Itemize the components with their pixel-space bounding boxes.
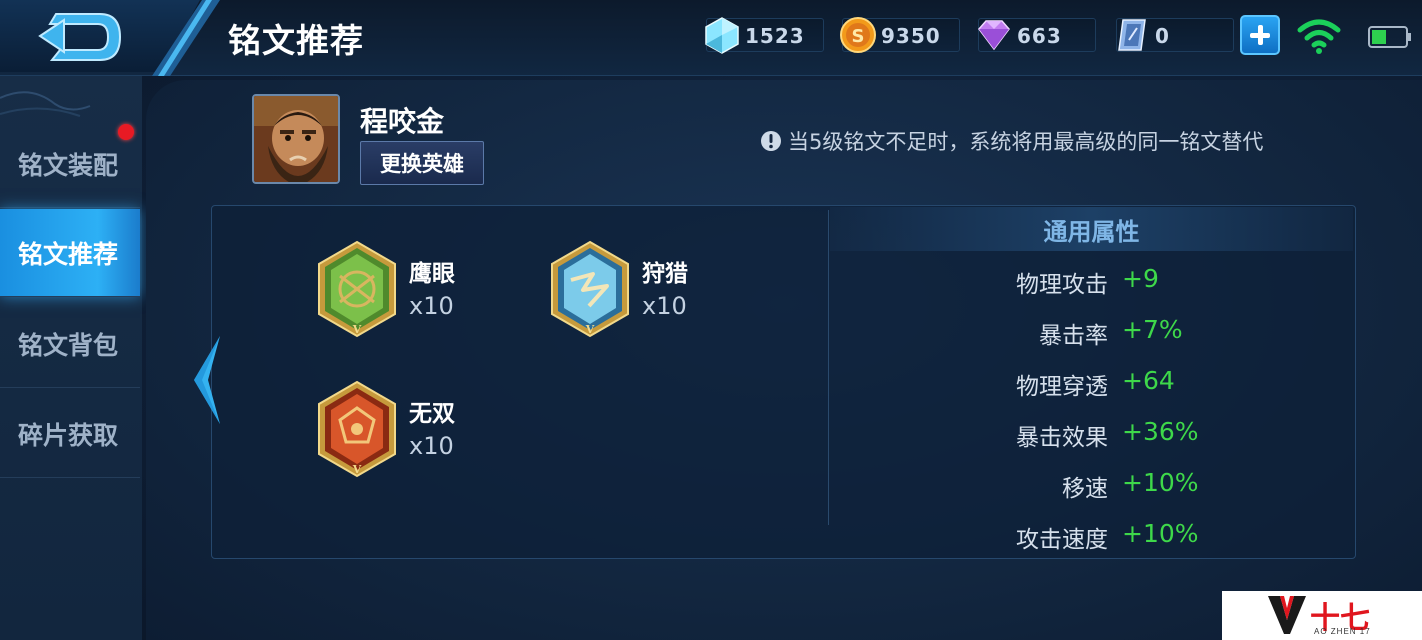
sidebar-decoration xyxy=(0,91,91,117)
attribute-name: 物理攻击 xyxy=(1016,272,1108,298)
watermark-subtext: AO ZHEN 17 xyxy=(1314,627,1371,636)
page-title: 铭文推荐 xyxy=(228,21,364,60)
svg-text:V: V xyxy=(352,323,362,336)
attribute-name: 物理穿透 xyxy=(1016,374,1108,400)
attribute-row: 物理攻击 +9 xyxy=(830,259,1353,299)
voucher-value: 0 xyxy=(1155,24,1170,48)
notice-text: 当5级铭文不足时，系统将用最高级的同一铭文替代 xyxy=(788,130,1264,154)
attribute-name: 暴击率 xyxy=(1039,323,1108,349)
sidebar-item-fragments[interactable]: 碎片获取 xyxy=(0,390,140,478)
hero-portrait[interactable] xyxy=(252,94,340,184)
attribute-row: 物理穿透 +64 xyxy=(830,361,1353,401)
watermark-logo-icon xyxy=(1268,596,1306,634)
gold-coin-icon: S xyxy=(840,17,876,53)
attribute-value: +10% xyxy=(1122,519,1199,548)
svg-text:S: S xyxy=(852,26,865,47)
sidebar-item-rune-recommend[interactable]: 铭文推荐 xyxy=(0,209,140,297)
rune-item[interactable]: V 无双 x10 xyxy=(316,380,576,490)
gold-currency[interactable]: S 9350 xyxy=(840,17,960,53)
voucher-icon xyxy=(1118,19,1146,51)
svg-text:V: V xyxy=(352,463,362,476)
header-slash-decoration xyxy=(152,0,220,76)
wifi-icon xyxy=(1297,19,1341,54)
attribute-value: +36% xyxy=(1122,417,1199,446)
voucher-currency[interactable]: 0 xyxy=(1116,18,1234,52)
attributes-header: 通用属性 xyxy=(830,207,1353,251)
chevron-left-icon[interactable] xyxy=(186,334,226,426)
plus-icon[interactable] xyxy=(1240,15,1280,55)
sidebar-item-rune-bag[interactable]: 铭文背包 xyxy=(0,300,140,388)
diamond-currency[interactable]: 663 xyxy=(978,18,1096,52)
change-hero-button[interactable]: 更换英雄 xyxy=(360,141,484,185)
rune-hunt-icon: V xyxy=(551,240,629,338)
hero-name: 程咬金 xyxy=(360,105,445,138)
rune-unrivaled-icon: V xyxy=(318,380,396,478)
rune-item[interactable]: V 狩猎 x10 xyxy=(549,240,809,350)
rune-count: x10 xyxy=(409,432,454,460)
rune-item[interactable]: V 鹰眼 x10 xyxy=(316,240,576,350)
attribute-name: 攻击速度 xyxy=(1016,527,1108,553)
rune-name: 无双 xyxy=(409,401,455,427)
battery-icon xyxy=(1368,26,1411,48)
attribute-value: +64 xyxy=(1122,366,1175,395)
sidebar-item-label: 铭文装配 xyxy=(18,150,119,180)
gold-value: 9350 xyxy=(881,24,941,48)
watermark: 十七 AO ZHEN 17 xyxy=(1222,591,1422,640)
attribute-value: +7% xyxy=(1122,315,1183,344)
sidebar-item-label: 铭文推荐 xyxy=(18,239,119,269)
rune-count: x10 xyxy=(409,292,454,320)
rune-name: 狩猎 xyxy=(642,261,688,287)
attribute-value: +9 xyxy=(1122,264,1159,293)
diamond-value: 663 xyxy=(1017,24,1062,48)
attribute-name: 移速 xyxy=(1062,476,1108,502)
top-bar: 铭文推荐 1523 S 9350 663 0 xyxy=(0,0,1422,76)
crystal-value: 1523 xyxy=(745,24,805,48)
box-divider xyxy=(828,210,829,525)
notification-badge xyxy=(118,124,134,140)
attribute-value: +10% xyxy=(1122,468,1199,497)
sidebar-item-label: 铭文背包 xyxy=(18,330,119,360)
crystal-coupon-icon xyxy=(705,17,739,54)
attribute-name: 暴击效果 xyxy=(1016,425,1108,451)
attribute-row: 暴击率 +7% xyxy=(830,310,1353,350)
rune-name: 鹰眼 xyxy=(409,261,455,287)
diamond-icon xyxy=(978,20,1010,51)
svg-text:V: V xyxy=(585,323,595,336)
hero-avatar-icon xyxy=(254,96,338,182)
rune-count: x10 xyxy=(642,292,687,320)
sidebar-item-label: 碎片获取 xyxy=(18,420,119,450)
info-icon xyxy=(761,131,781,151)
back-arrow-icon[interactable] xyxy=(30,6,130,68)
attribute-row: 攻击速度 +10% xyxy=(830,514,1353,554)
attribute-row: 暴击效果 +36% xyxy=(830,412,1353,452)
notice-text-row: 当5级铭文不足时，系统将用最高级的同一铭文替代 xyxy=(760,126,1263,156)
crystal-currency[interactable]: 1523 xyxy=(705,17,824,54)
rune-eagle-eye-icon: V xyxy=(318,240,396,338)
attribute-row: 移速 +10% xyxy=(830,463,1353,503)
